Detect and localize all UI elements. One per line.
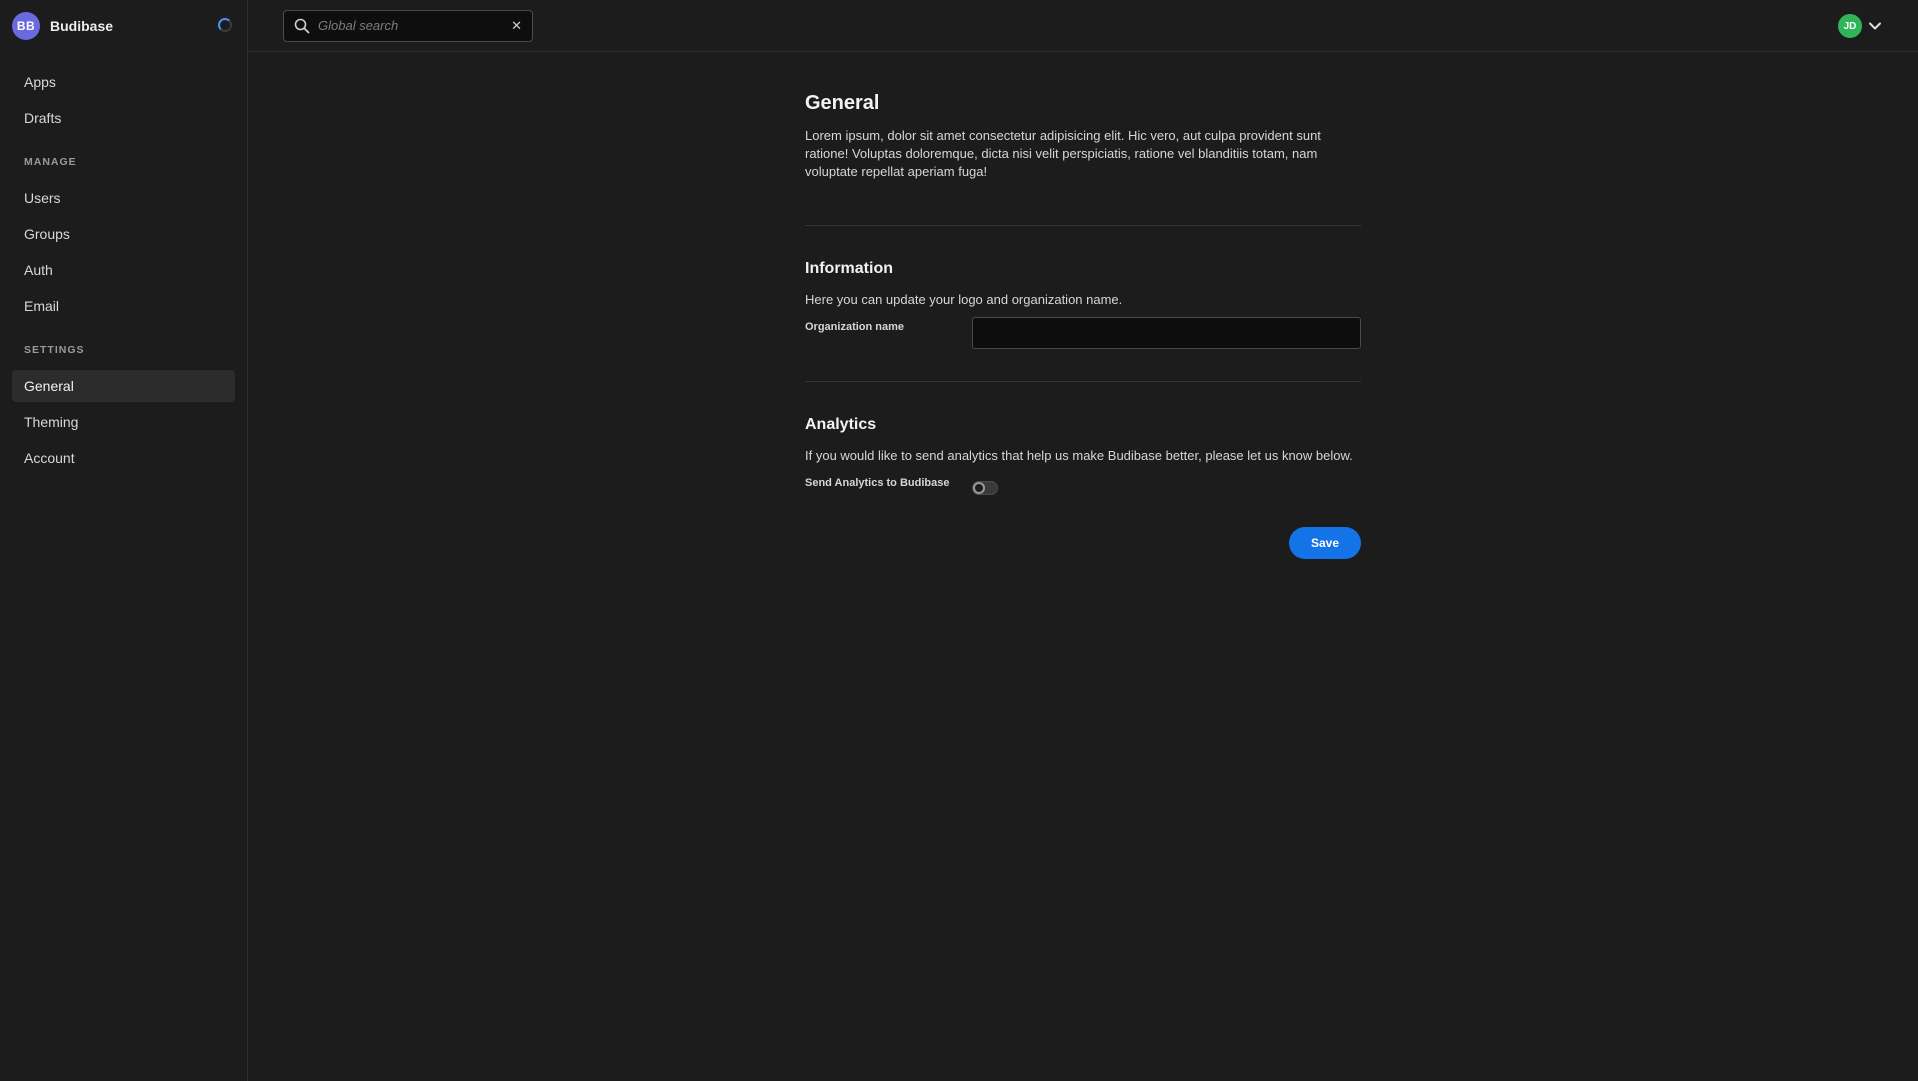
sidebar-heading-manage: MANAGE bbox=[24, 156, 77, 168]
page-title: General bbox=[805, 92, 880, 114]
analytics-title: Analytics bbox=[805, 416, 877, 433]
divider bbox=[805, 225, 1361, 226]
global-search: ✕ bbox=[283, 9, 533, 42]
org-name-row: Organization name bbox=[805, 317, 1361, 349]
sidebar-item-users[interactable]: Users bbox=[12, 182, 235, 214]
brand-name: Budibase bbox=[50, 18, 114, 34]
sidebar-item-label: Auth bbox=[24, 262, 53, 278]
save-button[interactable]: Save bbox=[1289, 527, 1361, 559]
sidebar-item-email[interactable]: Email bbox=[12, 290, 235, 322]
divider bbox=[805, 381, 1361, 382]
analytics-row: Send Analytics to Budibase bbox=[805, 473, 1361, 495]
main-area: ✕ JD General Lorem ipsum, dolor sit amet… bbox=[248, 0, 1918, 1081]
analytics-toggle-label: Send Analytics to Budibase bbox=[805, 477, 950, 489]
org-name-label: Organization name bbox=[805, 321, 905, 333]
sidebar-item-drafts[interactable]: Drafts bbox=[12, 102, 235, 134]
sidebar-item-label: Groups bbox=[24, 226, 70, 242]
page-description: Lorem ipsum, dolor sit amet consectetur … bbox=[805, 128, 1321, 179]
sidebar-item-auth[interactable]: Auth bbox=[12, 254, 235, 286]
chevron-down-icon bbox=[1869, 22, 1881, 30]
avatar: JD bbox=[1838, 14, 1862, 38]
search-icon bbox=[294, 18, 310, 33]
sidebar-item-label: General bbox=[24, 378, 74, 394]
sidebar-item-label: Account bbox=[24, 450, 75, 466]
sidebar-item-label: Drafts bbox=[24, 110, 62, 126]
user-menu[interactable]: JD bbox=[1838, 14, 1882, 38]
loading-spinner-icon bbox=[218, 18, 232, 32]
app-root: BB Budibase Apps Drafts MANAGE Users Gro… bbox=[0, 0, 1918, 1081]
sidebar-item-label: Apps bbox=[24, 74, 56, 90]
sidebar-nav: Apps Drafts MANAGE Users Groups Auth Ema… bbox=[0, 52, 247, 474]
clear-icon[interactable]: ✕ bbox=[511, 18, 522, 34]
analytics-toggle[interactable] bbox=[972, 481, 998, 495]
sidebar-item-label: Email bbox=[24, 298, 60, 314]
sidebar: BB Budibase Apps Drafts MANAGE Users Gro… bbox=[0, 0, 248, 1081]
sidebar-item-general[interactable]: General bbox=[12, 370, 235, 402]
sidebar-item-apps[interactable]: Apps bbox=[12, 66, 235, 98]
toggle-knob bbox=[973, 482, 985, 494]
sidebar-item-account[interactable]: Account bbox=[12, 442, 235, 474]
org-name-field[interactable] bbox=[971, 317, 1361, 349]
settings-content: General Lorem ipsum, dolor sit amet cons… bbox=[805, 92, 1361, 559]
topbar: ✕ JD bbox=[248, 0, 1918, 52]
search-input[interactable] bbox=[318, 18, 512, 33]
sidebar-item-label: Theming bbox=[24, 414, 79, 430]
sidebar-item-groups[interactable]: Groups bbox=[12, 218, 235, 250]
form-actions: Save bbox=[805, 527, 1361, 559]
sidebar-item-theming[interactable]: Theming bbox=[12, 406, 235, 438]
sidebar-item-label: Users bbox=[24, 190, 61, 206]
information-description: Here you can update your logo and organi… bbox=[805, 292, 1123, 307]
information-title: Information bbox=[805, 260, 893, 277]
analytics-description: If you would like to send analytics that… bbox=[805, 448, 1353, 463]
brand-avatar: BB bbox=[12, 12, 40, 40]
brand[interactable]: BB Budibase bbox=[0, 0, 247, 52]
sidebar-heading-settings: SETTINGS bbox=[24, 344, 85, 356]
